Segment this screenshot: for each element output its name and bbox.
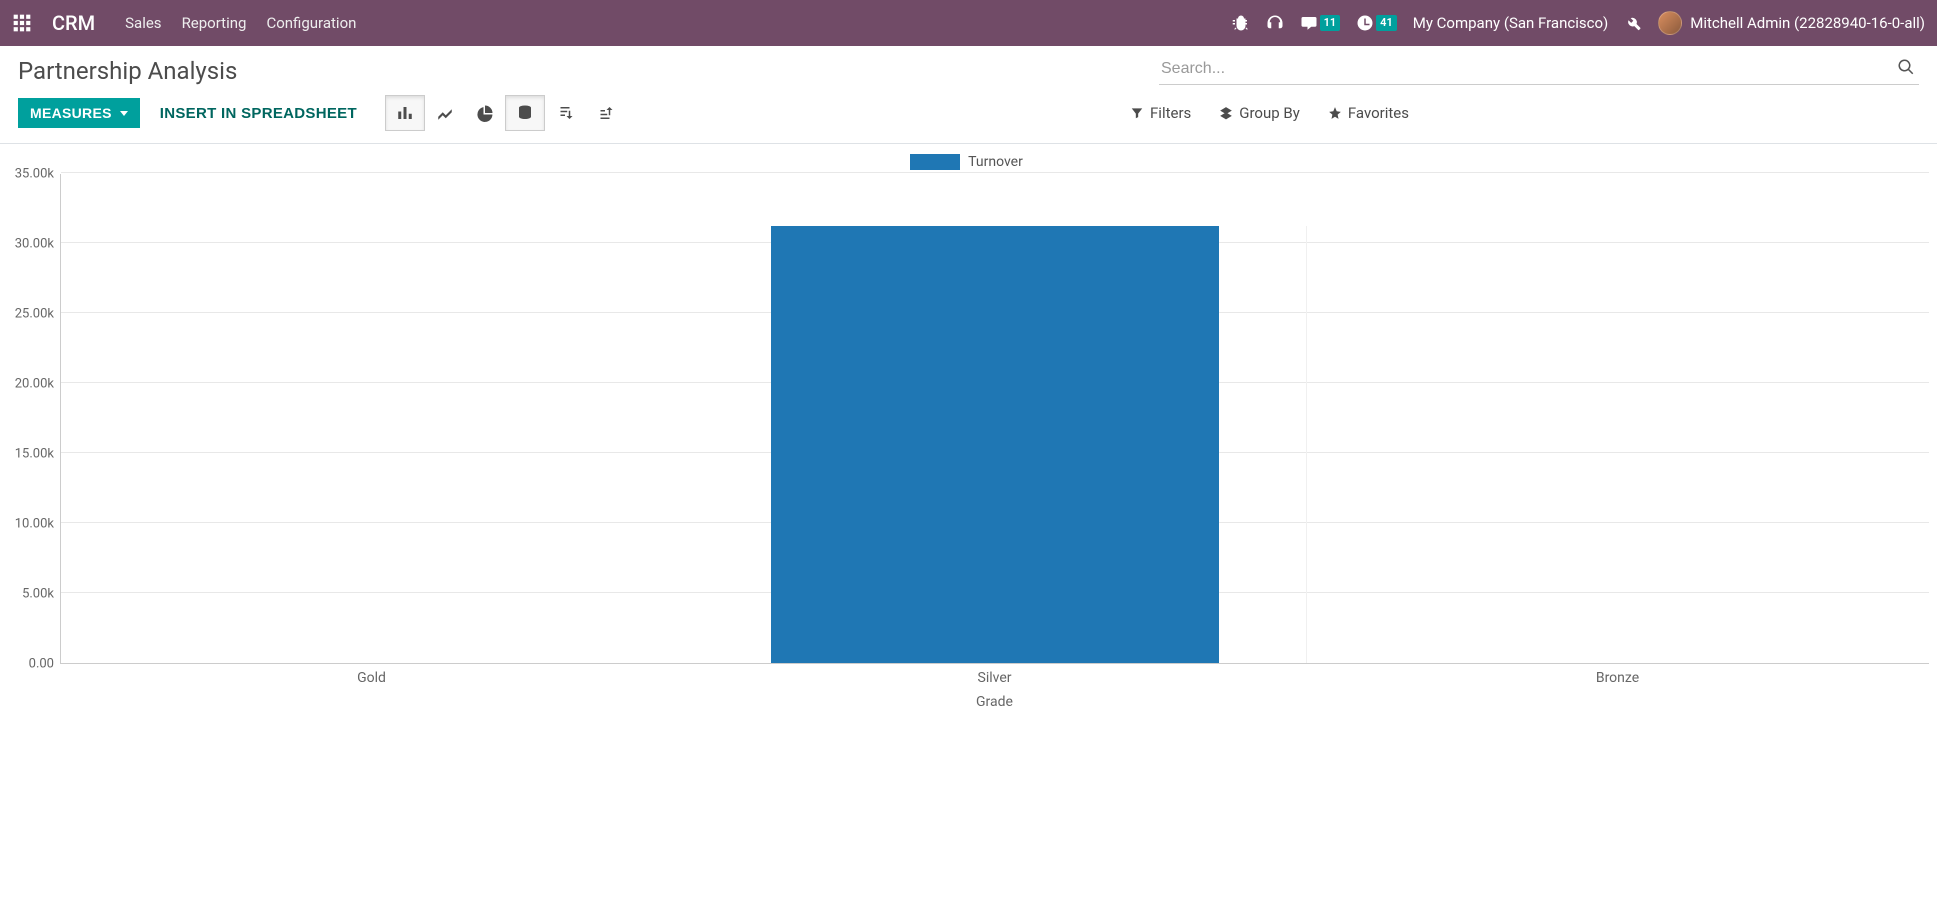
- insert-spreadsheet-button[interactable]: INSERT IN SPREADSHEET: [160, 105, 357, 122]
- y-tick-label: 25.00k: [15, 307, 54, 322]
- search-options: Filters Group By Favorites: [1130, 104, 1919, 122]
- groupby-button[interactable]: Group By: [1219, 104, 1300, 122]
- caret-down-icon: [120, 111, 128, 116]
- x-tick-label: Bronze: [1306, 664, 1929, 686]
- favorites-label: Favorites: [1348, 104, 1409, 122]
- user-menu[interactable]: Mitchell Admin (22828940-16-0-all): [1658, 11, 1925, 35]
- search-bar[interactable]: [1159, 56, 1919, 85]
- measures-button[interactable]: MEASURES: [18, 98, 140, 128]
- x-axis-label: Grade: [60, 694, 1929, 710]
- filters-label: Filters: [1150, 104, 1191, 122]
- brand-title[interactable]: CRM: [52, 11, 95, 35]
- navbar-left: CRM Sales Reporting Configuration: [12, 10, 358, 36]
- bar-chart-icon[interactable]: [385, 95, 425, 131]
- legend-label: Turnover: [968, 154, 1023, 170]
- sort-asc-icon[interactable]: [585, 95, 625, 131]
- pie-chart-icon[interactable]: [465, 95, 505, 131]
- navbar-right: 11 41 My Company (San Francisco) Mitchel…: [1232, 11, 1925, 35]
- x-axis: GoldSilverBronze: [60, 664, 1929, 686]
- debug-icon[interactable]: [1232, 14, 1250, 32]
- filter-icon: [1130, 106, 1144, 120]
- y-tick-label: 30.00k: [15, 237, 54, 252]
- x-tick-label: Silver: [683, 664, 1306, 686]
- nav-link-reporting[interactable]: Reporting: [180, 10, 249, 36]
- nav-link-sales[interactable]: Sales: [123, 10, 163, 36]
- settings-tools-icon[interactable]: [1624, 14, 1642, 32]
- company-switcher[interactable]: My Company (San Francisco): [1413, 14, 1608, 32]
- user-name: Mitchell Admin (22828940-16-0-all): [1690, 14, 1925, 32]
- chart-type-toolbar: [385, 95, 625, 131]
- gridline: [61, 172, 1929, 173]
- y-tick-label: 10.00k: [15, 517, 54, 532]
- favorites-button[interactable]: Favorites: [1328, 104, 1409, 122]
- filters-button[interactable]: Filters: [1130, 104, 1191, 122]
- y-axis: 0.005.00k10.00k15.00k20.00k25.00k30.00k3…: [4, 174, 60, 664]
- y-tick-label: 35.00k: [15, 167, 54, 182]
- stacked-icon[interactable]: [505, 95, 545, 131]
- line-chart-icon[interactable]: [425, 95, 465, 131]
- star-icon: [1328, 106, 1342, 120]
- activities-icon[interactable]: 41: [1356, 14, 1397, 32]
- sort-desc-icon[interactable]: [545, 95, 585, 131]
- y-tick-label: 5.00k: [22, 587, 54, 602]
- top-navbar: CRM Sales Reporting Configuration 11 41 …: [0, 0, 1937, 46]
- avatar: [1658, 11, 1682, 35]
- nav-link-configuration[interactable]: Configuration: [264, 10, 358, 36]
- y-tick-label: 15.00k: [15, 447, 54, 462]
- measures-button-label: MEASURES: [30, 105, 112, 121]
- support-icon[interactable]: [1266, 14, 1284, 32]
- y-tick-label: 20.00k: [15, 377, 54, 392]
- search-input[interactable]: [1159, 56, 1893, 82]
- search-icon[interactable]: [1893, 56, 1919, 82]
- layers-icon: [1219, 106, 1233, 120]
- y-tick-label: 0.00: [29, 657, 54, 672]
- x-tick-label: Gold: [60, 664, 683, 686]
- legend-swatch: [910, 154, 960, 170]
- page-title: Partnership Analysis: [18, 57, 237, 85]
- chart-legend: Turnover: [4, 154, 1929, 170]
- groupby-label: Group By: [1239, 104, 1300, 122]
- chart-container: Turnover 0.00 5.00k 10.00k 15.00k 20.00k 25.0…: [0, 144, 1937, 720]
- plot-area: [60, 174, 1929, 664]
- messages-badge: 11: [1320, 15, 1341, 30]
- messages-icon[interactable]: 11: [1300, 14, 1341, 32]
- chart-bar[interactable]: [771, 226, 1219, 663]
- chart-band: [684, 226, 1307, 663]
- control-panel: Partnership Analysis MEASURES INSERT IN …: [0, 46, 1937, 144]
- activities-badge: 41: [1376, 15, 1397, 30]
- apps-icon[interactable]: [12, 13, 32, 33]
